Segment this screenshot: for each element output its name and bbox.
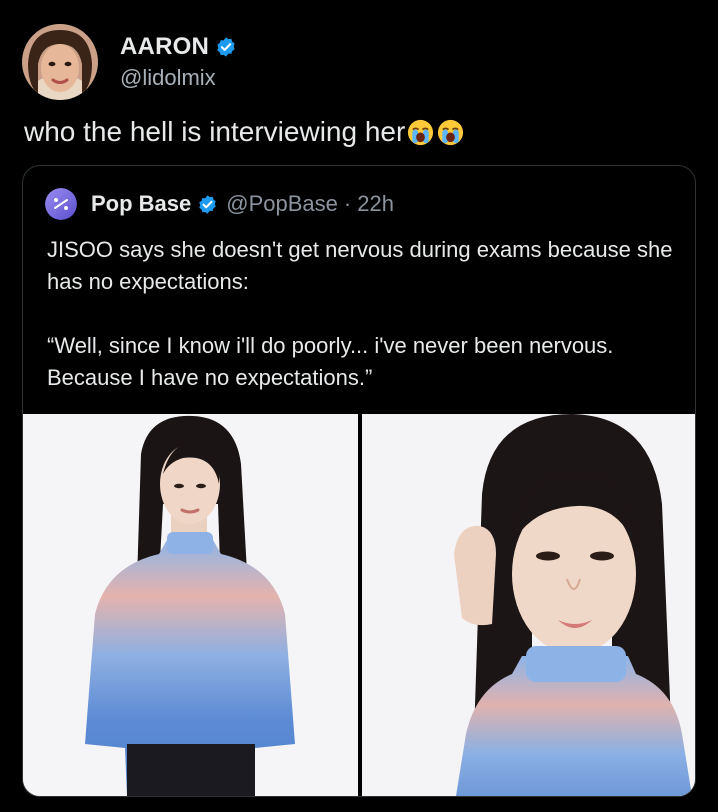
quoted-author-handle[interactable]: @PopBase	[226, 191, 338, 217]
photo-right[interactable]	[362, 414, 695, 796]
loudly-crying-face-emoji-icon	[406, 118, 435, 147]
quoted-tweet-body: JISOO says she doesn't get nervous durin…	[47, 234, 677, 426]
tweet-text-content: who the hell is interviewing her	[24, 116, 406, 147]
verified-badge-icon	[215, 36, 237, 58]
quoted-author-display-name[interactable]: Pop Base	[91, 191, 191, 217]
quoted-tweet-card[interactable]: Pop Base @PopBase · 22h JISOO says she d…	[22, 165, 696, 797]
author-display-name[interactable]: AARON	[120, 33, 209, 61]
verified-badge-icon	[197, 194, 218, 215]
quoted-tweet-media	[23, 414, 695, 796]
author-names: AARON @lidolmix	[120, 33, 237, 91]
loudly-crying-face-emoji-icon	[436, 118, 465, 147]
meta-separator: ·	[343, 191, 352, 216]
pop-base-logo-icon[interactable]	[45, 188, 77, 220]
quoted-tweet-paragraph: JISOO says she doesn't get nervous durin…	[47, 237, 673, 294]
author-handle[interactable]: @lidolmix	[120, 65, 237, 91]
quoted-tweet-time[interactable]: 22h	[357, 191, 394, 217]
quoted-tweet-paragraph: “Well, since I know i'll do poorly... i'…	[47, 333, 614, 390]
quoted-tweet-header: Pop Base @PopBase · 22h	[45, 188, 394, 220]
author-avatar[interactable]	[22, 24, 98, 100]
name-row: AARON	[120, 33, 237, 61]
tweet-text: who the hell is interviewing her	[24, 116, 465, 148]
photo-left[interactable]	[23, 414, 358, 796]
tweet-header: AARON @lidolmix	[22, 22, 237, 102]
